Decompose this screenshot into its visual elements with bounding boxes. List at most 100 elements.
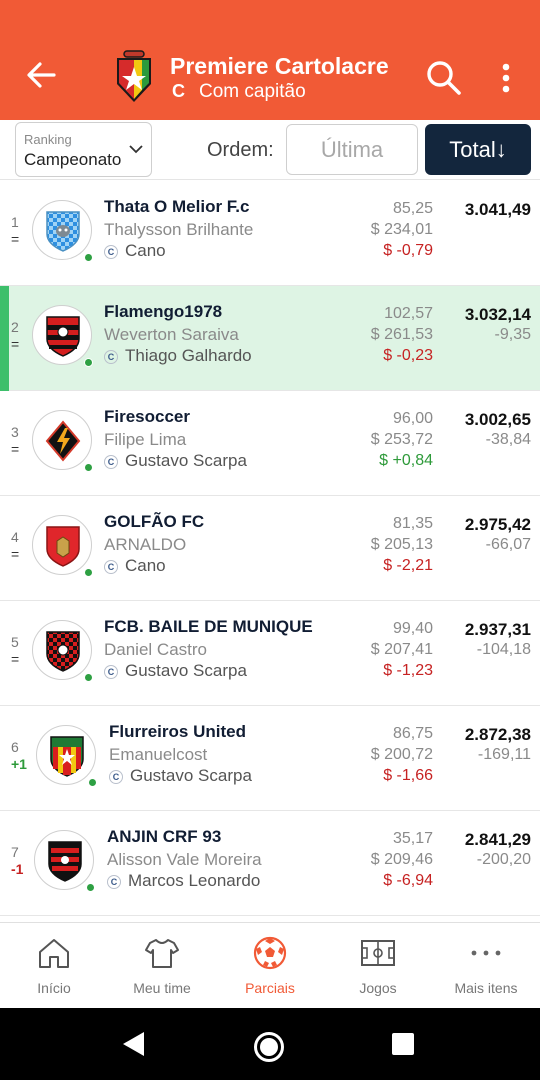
team-cash: $ 253,72 bbox=[370, 431, 433, 448]
team-row[interactable]: 6 +1 Flurreiros United Emanuelcost C Gusta… bbox=[0, 706, 540, 811]
position-variation: = bbox=[11, 441, 20, 457]
points-diff: -66,07 bbox=[485, 536, 531, 553]
team-row[interactable]: 2 = Flamengo1978 Weverton Saraiva C Thiago… bbox=[0, 286, 540, 391]
order-last-button[interactable]: Última bbox=[286, 124, 418, 175]
captain-mode-label: Com capitão bbox=[199, 81, 306, 102]
online-status-dot bbox=[84, 673, 93, 682]
league-subtitle: C Com capitão bbox=[172, 81, 306, 103]
team-badge bbox=[32, 305, 92, 365]
position: 3 = bbox=[11, 424, 20, 457]
position: 1 = bbox=[11, 214, 20, 247]
team-badge bbox=[32, 620, 92, 680]
team-cash: $ 234,01 bbox=[370, 221, 433, 238]
search-icon bbox=[427, 61, 461, 95]
shirt-icon bbox=[145, 939, 179, 968]
more-vertical-icon bbox=[502, 63, 510, 93]
team-name: Flurreiros United bbox=[109, 722, 246, 741]
team-captain: C Marcos Leonardo bbox=[107, 871, 260, 891]
position-variation: = bbox=[11, 336, 20, 352]
cash-change: $ -1,23 bbox=[383, 662, 433, 679]
nav-partials-label: Parciais bbox=[245, 980, 295, 996]
team-captain: C Gustavo Scarpa bbox=[109, 766, 252, 786]
team-cash: $ 209,46 bbox=[370, 851, 433, 868]
online-status-dot bbox=[84, 463, 93, 472]
nav-home[interactable]: Início bbox=[0, 923, 108, 1009]
team-row[interactable]: 5 = FCB. BAILE DE MUNIQUE Daniel Castro C… bbox=[0, 601, 540, 706]
system-back-icon[interactable] bbox=[120, 1030, 148, 1058]
nav-my-team-label: Meu time bbox=[133, 980, 191, 996]
team-badge bbox=[32, 200, 92, 260]
team-cash: $ 200,72 bbox=[370, 746, 433, 763]
captain-icon: C bbox=[107, 875, 121, 889]
captain-icon: C bbox=[104, 245, 118, 259]
position-variation: = bbox=[11, 546, 20, 562]
captain-icon: C bbox=[104, 665, 118, 679]
points-diff: -169,11 bbox=[477, 746, 531, 763]
points-diff: -9,35 bbox=[494, 326, 531, 343]
cash-change: $ -0,23 bbox=[383, 347, 433, 364]
captain-icon: C bbox=[104, 560, 118, 574]
team-row[interactable]: 1 = Thata O Melior F.c Thalysson Brilhant… bbox=[0, 181, 540, 286]
system-navigation-bar bbox=[0, 1008, 540, 1080]
team-cash: $ 205,13 bbox=[370, 536, 433, 553]
shield-icon bbox=[48, 841, 82, 882]
arrow-left-icon bbox=[27, 62, 56, 88]
search-button[interactable] bbox=[424, 58, 464, 98]
team-name: GOLFÃO FC bbox=[104, 512, 205, 531]
nav-my-team[interactable]: Meu time bbox=[108, 923, 216, 1009]
position-variation: = bbox=[11, 231, 20, 247]
captain-icon: C bbox=[104, 350, 118, 364]
team-row[interactable]: 4 = GOLFÃO FC ARNALDO C Cano 81,35 $ 205,1… bbox=[0, 496, 540, 601]
more-dots-icon bbox=[471, 950, 501, 956]
captain-mode-badge: C bbox=[172, 81, 185, 101]
team-name: FCB. BAILE DE MUNIQUE bbox=[104, 617, 313, 636]
team-badge bbox=[32, 410, 92, 470]
system-recents-icon[interactable] bbox=[392, 1033, 414, 1055]
soccer-ball-icon bbox=[253, 936, 287, 970]
chevron-down-icon bbox=[129, 145, 143, 154]
online-status-dot bbox=[84, 253, 93, 262]
shield-icon bbox=[46, 316, 80, 357]
app-header: Premiere Cartolacre C Com capitão bbox=[0, 0, 540, 120]
order-total-button[interactable]: Total↓ bbox=[425, 124, 531, 175]
team-badge bbox=[32, 515, 92, 575]
online-status-dot bbox=[84, 358, 93, 367]
total-points: 2.975,42 bbox=[464, 515, 531, 534]
nav-partials[interactable]: Parciais bbox=[216, 923, 324, 1009]
ranking-dropdown-value: Campeonato bbox=[24, 150, 122, 169]
nav-games[interactable]: Jogos bbox=[324, 923, 432, 1009]
shield-icon bbox=[46, 211, 80, 252]
order-label: Ordem: bbox=[207, 139, 274, 161]
lightning-shield-icon bbox=[45, 420, 81, 462]
nav-games-label: Jogos bbox=[359, 980, 397, 996]
team-captain: C Cano bbox=[104, 241, 166, 261]
total-points: 3.041,49 bbox=[464, 200, 531, 219]
team-row[interactable]: 3 = Firesoccer Filipe Lima C Gustavo Scarp… bbox=[0, 391, 540, 496]
shield-icon bbox=[46, 631, 80, 672]
overflow-menu-button[interactable] bbox=[494, 60, 518, 96]
total-points: 2.841,29 bbox=[464, 830, 531, 849]
system-home-icon[interactable] bbox=[253, 1031, 285, 1063]
team-owner: Weverton Saraiva bbox=[104, 325, 239, 344]
team-cash: $ 207,41 bbox=[370, 641, 433, 658]
position: 5 = bbox=[11, 634, 20, 667]
position: 6 +1 bbox=[11, 739, 27, 772]
shield-icon bbox=[46, 526, 80, 567]
points-diff: -200,20 bbox=[476, 851, 531, 868]
ranking-dropdown[interactable]: Ranking Campeonato bbox=[15, 122, 152, 177]
team-name: Flamengo1978 bbox=[104, 302, 223, 321]
nav-more[interactable]: Mais itens bbox=[432, 923, 540, 1009]
round-points: 86,75 bbox=[392, 725, 433, 742]
back-button[interactable] bbox=[22, 55, 62, 95]
nav-more-label: Mais itens bbox=[454, 980, 518, 996]
total-points: 2.872,38 bbox=[464, 725, 531, 744]
team-name: Firesoccer bbox=[104, 407, 190, 426]
position: 4 = bbox=[11, 529, 20, 562]
team-owner: ARNALDO bbox=[104, 535, 187, 554]
online-status-dot bbox=[84, 568, 93, 577]
team-row[interactable]: 7 -1 ANJIN CRF 93 Alisson Vale Moreira CM… bbox=[0, 811, 540, 916]
team-captain: C Gustavo Scarpa bbox=[104, 451, 247, 471]
team-badge bbox=[34, 830, 94, 890]
team-captain: C Cano bbox=[104, 556, 166, 576]
team-owner: Daniel Castro bbox=[104, 640, 207, 659]
